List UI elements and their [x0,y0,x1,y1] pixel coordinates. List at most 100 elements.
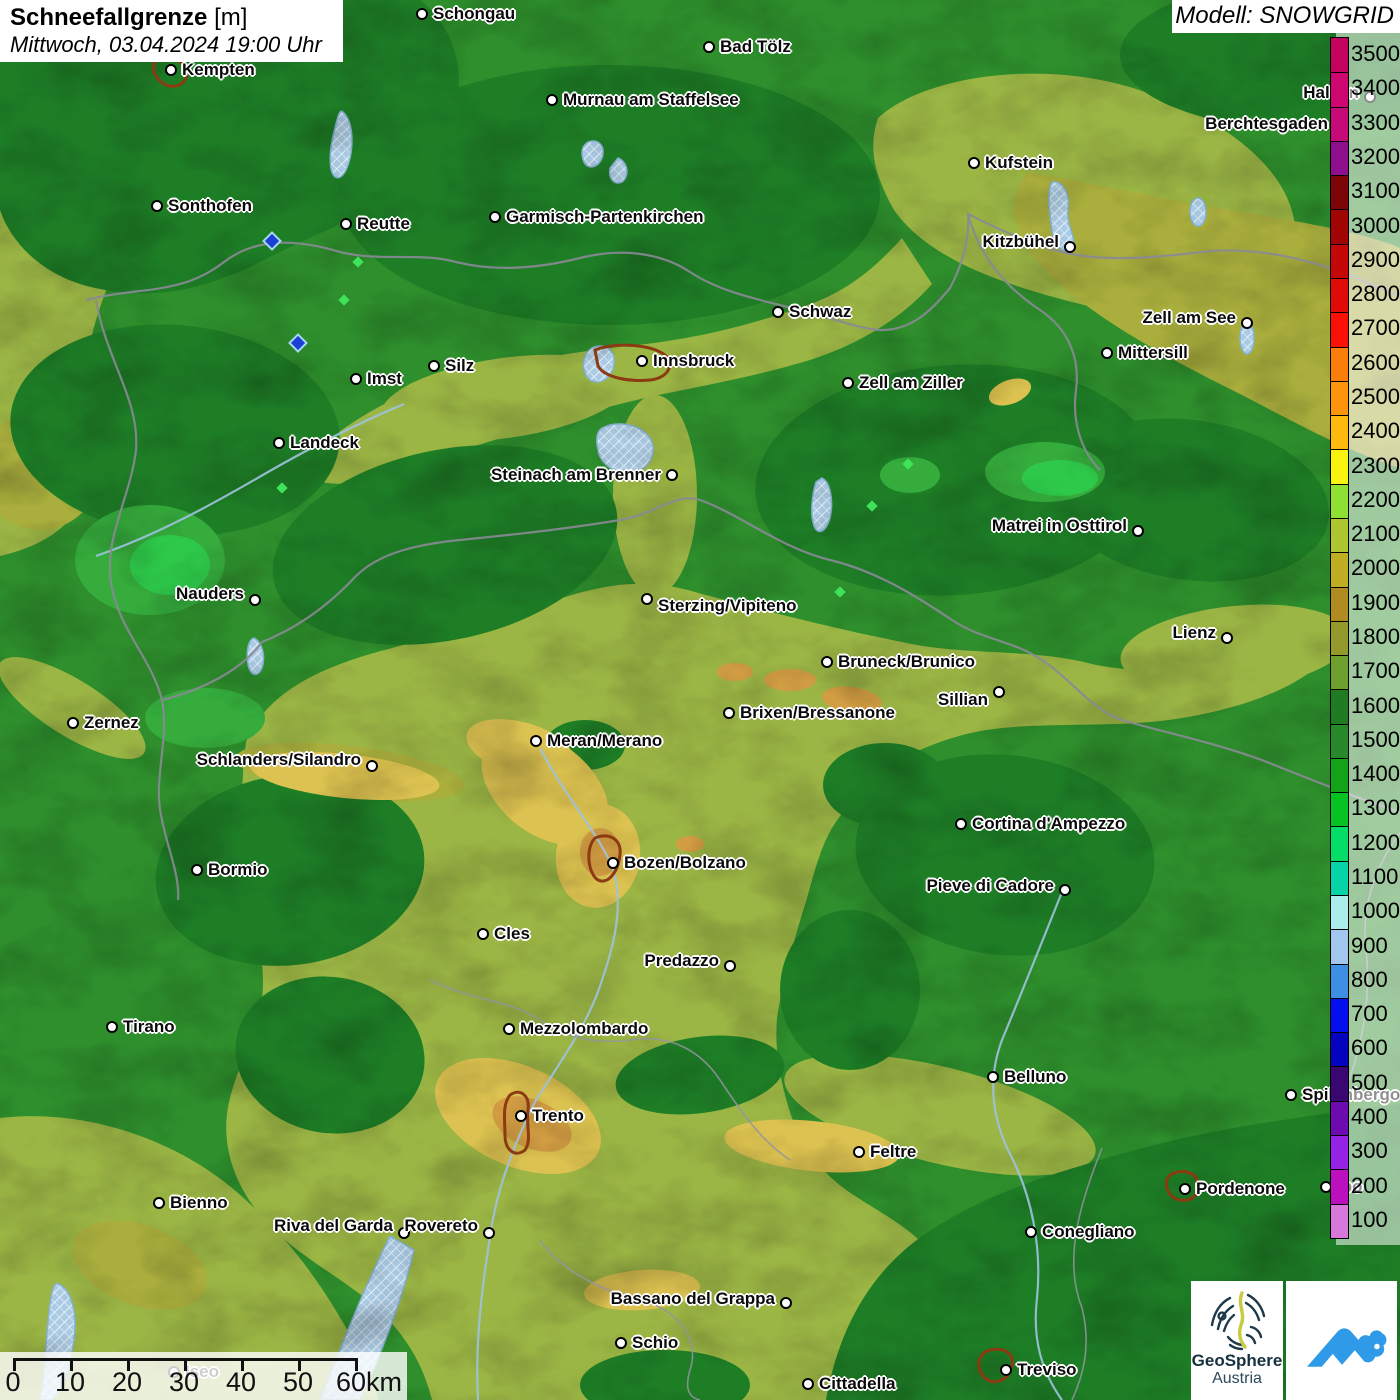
city-label: Lienz [1172,623,1216,642]
city-dot [515,1110,527,1122]
geosphere-logo-box: GeoSphere Austria [1191,1281,1283,1400]
colorbar-segment [1331,826,1348,861]
city-dot [1285,1089,1297,1101]
city-marker: Treviso [1000,1360,1077,1380]
city-label: Cles [494,924,530,943]
colorbar-segment [1331,415,1348,450]
city-dot [340,218,352,230]
city-dot [1059,884,1071,896]
city-label: Garmisch-Partenkirchen [506,207,704,226]
colorbar-segment [1331,1100,1348,1135]
city-marker: Cittadella [802,1374,896,1394]
city-dot [821,656,833,668]
city-label: Sonthofen [168,196,253,215]
scalebar-label: 30 [168,1367,200,1397]
map-unit: [m] [214,4,248,31]
city-label: Treviso [1017,1360,1077,1379]
city-dot [67,717,79,729]
scalebar-label: 60km [335,1367,403,1397]
colorbar-segment [1331,963,1348,998]
city-label: Cittadella [819,1374,896,1393]
scalebar-label: 40 [225,1367,257,1397]
scalebar: 0 10 20 30 40 50 60km [0,1352,407,1400]
colorbar-segment [1331,586,1348,621]
city-label: Bad Tölz [720,37,791,56]
city-marker: Trento [515,1106,584,1126]
city-marker: Rovereto [404,1216,495,1243]
city-marker: Schongau [416,4,515,24]
city-dot [416,8,428,20]
colorbar-segment [1331,380,1348,416]
colorbar-segment [1331,723,1348,758]
city-label: Bormio [208,860,268,879]
city-label: Schwaz [789,302,852,321]
city-dot [987,1071,999,1083]
colorbar-segment [1331,997,1348,1033]
city-marker: Cles [477,924,530,944]
city-label: Steinach am Brenner [490,465,661,484]
city-dot [842,377,854,389]
city-marker: Belluno [987,1067,1066,1087]
city-dot [723,707,735,719]
city-label: Berchtesgaden [1205,114,1328,133]
city-dot [802,1378,814,1390]
city-dot [477,928,489,940]
map-title: Schneefallgrenze [10,4,208,31]
city-marker: Schio [615,1333,678,1353]
city-label: Reutte [357,214,410,233]
partner-logo-box [1286,1281,1397,1400]
city-label: Schlanders/Silandro [196,750,361,769]
colorbar-segment [1331,346,1348,381]
city-label: Riva del Garda [273,1216,393,1235]
colorbar-segment [1331,1169,1348,1204]
city-label: Bienno [170,1193,228,1212]
colorbar-segment [1331,1203,1348,1238]
city-dot [153,1197,165,1209]
city-label: Schio [632,1333,679,1352]
colorbar-segment [1331,689,1348,724]
city-dot [780,1297,792,1309]
city-marker: Feltre [853,1142,916,1162]
colorbar-segment [1331,620,1348,656]
city-marker: Sillian [938,682,1005,709]
city-marker: Conegliano [1025,1222,1135,1242]
city-dot [165,64,177,76]
city-label: Bozen/Bolzano [624,853,746,872]
scalebar-label: 0 [5,1367,21,1397]
city-label: Mittersill [1118,343,1188,362]
city-dot [636,355,648,367]
city-label: Pieve di Cadore [926,876,1054,895]
snowfall-limit-map: Schongau Bad Tölz Kempten Murnau am Staffel… [0,0,1400,1400]
city-dot [1179,1183,1191,1195]
city-label: Kufstein [985,153,1053,172]
title-box: Schneefallgrenze [m] Mittwoch, 03.04.202… [0,0,343,62]
city-dot [249,594,261,606]
city-label: Zernez [84,713,139,732]
city-marker: Murnau am Staffelsee [546,90,739,110]
city-marker: Kempten [165,60,255,80]
city-dot [1000,1364,1012,1376]
city-dot [428,360,440,372]
city-label: Conegliano [1042,1222,1135,1241]
city-marker: Zernez [67,713,139,733]
city-marker: Cortina d'Ampezzo [955,814,1125,834]
scalebar-label: 20 [111,1367,143,1397]
city-dot [151,200,163,212]
city-marker: Berchtesgaden [1205,114,1345,134]
city-label: Zell am Ziller [859,373,963,392]
city-label: Kempten [182,60,255,79]
colorbar-segment [1331,175,1348,210]
colorbar-segment [1331,1032,1348,1067]
city-label: Rovereto [404,1216,478,1235]
city-dot [968,157,980,169]
city-dot [483,1227,495,1239]
city-label: Kitzbühel [982,232,1060,251]
map-datetime: Mittwoch, 03.04.2024 19:00 Uhr [10,32,322,57]
city-marker: Steinach am Brenner [491,465,678,485]
city-dot [955,818,967,830]
geosphere-country: Austria [1212,1370,1262,1387]
city-label: Nauders [175,584,244,603]
city-marker: Bad Tölz [703,37,791,57]
city-marker: Mittersill [1101,343,1188,363]
colorbar-segment [1331,483,1348,518]
